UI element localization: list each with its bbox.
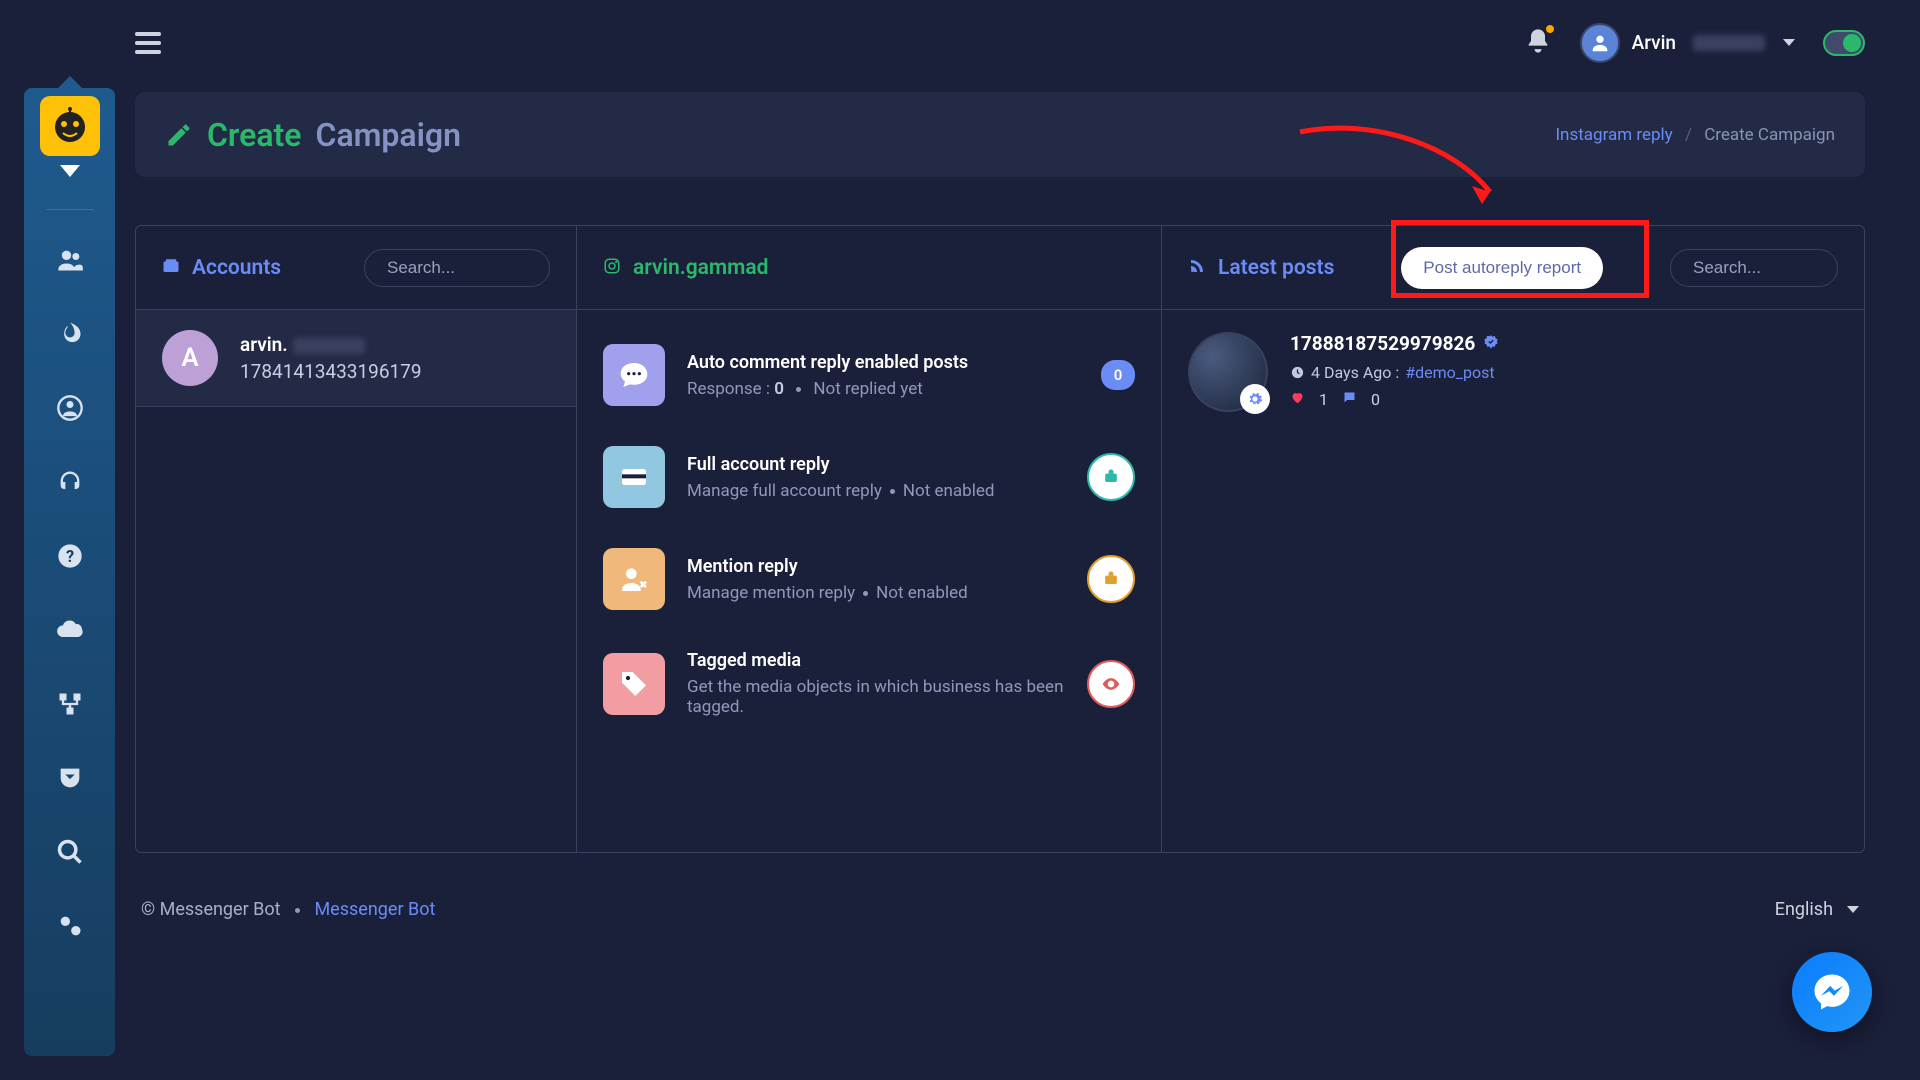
account-avatar: A xyxy=(162,330,218,386)
sidebar-separator xyxy=(46,209,94,210)
feature-title: Tagged media xyxy=(687,650,1065,671)
notifications-bell-icon[interactable] xyxy=(1524,27,1552,59)
posts-search-input[interactable] xyxy=(1670,249,1838,287)
pencil-icon xyxy=(165,121,193,149)
sidebar: ? xyxy=(24,88,115,1056)
latest-posts-column: Latest posts Post autoreply report 17888… xyxy=(1161,226,1864,852)
footer-copyright: © Messenger Bot xyxy=(141,899,281,920)
latest-posts-header: Latest posts Post autoreply report xyxy=(1162,226,1864,310)
instagram-icon xyxy=(603,257,621,279)
heart-icon xyxy=(1290,390,1305,409)
mention-icon xyxy=(603,548,665,610)
svg-text:?: ? xyxy=(65,547,73,566)
breadcrumb-current: Create Campaign xyxy=(1704,125,1835,145)
user-name-redacted xyxy=(1693,35,1765,51)
sidebar-item-help[interactable]: ? xyxy=(40,528,100,584)
account-name-redacted xyxy=(293,338,365,354)
top-header: Arvin xyxy=(0,0,1920,85)
sidebar-item-account[interactable] xyxy=(40,380,100,436)
feature-auto-comment[interactable]: Auto comment reply enabled posts Respons… xyxy=(595,332,1143,434)
account-row[interactable]: A arvin. 17841413433196179 xyxy=(136,310,576,407)
logo-tail-icon xyxy=(60,162,80,181)
post-time: 4 Days Ago : #demo_post xyxy=(1290,363,1499,382)
page-title-part1: Create xyxy=(207,116,302,154)
page-title: Create Campaign xyxy=(165,116,461,154)
account-panel-column: arvin.gammad Auto comment reply enabled … xyxy=(576,226,1161,852)
sidebar-item-fire[interactable] xyxy=(40,306,100,362)
view-button[interactable] xyxy=(1087,660,1135,708)
rss-icon xyxy=(1188,257,1206,279)
clock-icon xyxy=(1290,365,1305,380)
card-icon xyxy=(603,446,665,508)
feature-mention[interactable]: Mention reply Manage mention replyNot en… xyxy=(595,536,1143,638)
sidebar-item-support[interactable] xyxy=(40,454,100,510)
footer-link[interactable]: Messenger Bot xyxy=(314,899,435,920)
account-panel-header: arvin.gammad xyxy=(577,226,1161,310)
manage-button[interactable] xyxy=(1087,555,1135,603)
feature-tagged-media[interactable]: Tagged media Get the media objects in wh… xyxy=(595,638,1143,745)
hamburger-menu[interactable] xyxy=(135,32,161,54)
feature-title: Full account reply xyxy=(687,454,1065,475)
feature-title: Mention reply xyxy=(687,556,1065,577)
accounts-header: Accounts xyxy=(136,226,576,310)
comments-count: 0 xyxy=(1371,390,1380,409)
feature-subtitle: Manage full account replyNot enabled xyxy=(687,481,1065,501)
comment-icon xyxy=(603,344,665,406)
verified-icon xyxy=(1483,332,1499,355)
tag-icon xyxy=(603,653,665,715)
breadcrumb-link[interactable]: Instagram reply xyxy=(1555,125,1672,145)
sidebar-item-pocket[interactable] xyxy=(40,750,100,806)
app-logo[interactable] xyxy=(40,96,100,156)
user-menu[interactable]: Arvin xyxy=(1580,23,1795,63)
sidebar-item-flow[interactable] xyxy=(40,676,100,732)
account-name: arvin. xyxy=(240,333,422,356)
latest-posts-title: Latest posts xyxy=(1218,256,1334,280)
feature-subtitle: Manage mention replyNot enabled xyxy=(687,583,1065,603)
caret-down-icon xyxy=(1783,39,1795,46)
accounts-search-input[interactable] xyxy=(364,249,550,287)
feature-subtitle: Get the media objects in which business … xyxy=(687,677,1065,717)
feature-full-account[interactable]: Full account reply Manage full account r… xyxy=(595,434,1143,536)
likes-count: 1 xyxy=(1319,390,1328,409)
post-hashtag[interactable]: #demo_post xyxy=(1405,363,1494,382)
caret-down-icon xyxy=(1847,906,1859,913)
page-header: Create Campaign Instagram reply / Create… xyxy=(135,92,1865,177)
post-card[interactable]: 17888187529979826 4 Days Ago : #demo_pos… xyxy=(1162,310,1864,434)
top-right-controls: Arvin xyxy=(1524,23,1865,63)
post-autoreply-report-button[interactable]: Post autoreply report xyxy=(1401,247,1603,289)
gear-icon[interactable] xyxy=(1240,384,1270,414)
account-handle: arvin.gammad xyxy=(633,256,769,280)
sidebar-item-search[interactable] xyxy=(40,824,100,880)
page-title-part2: Campaign xyxy=(316,116,461,154)
count-badge: 0 xyxy=(1101,360,1135,390)
accounts-icon xyxy=(162,257,180,279)
status-toggle[interactable] xyxy=(1823,30,1865,56)
post-thumbnail xyxy=(1188,332,1268,412)
sidebar-item-cloud[interactable] xyxy=(40,602,100,658)
sidebar-item-users[interactable] xyxy=(40,232,100,288)
messenger-fab[interactable] xyxy=(1792,952,1872,1032)
main-content: Create Campaign Instagram reply / Create… xyxy=(135,92,1865,1080)
breadcrumb-separator: / xyxy=(1685,125,1692,145)
comment-icon xyxy=(1342,390,1357,409)
user-avatar-icon xyxy=(1580,23,1620,63)
footer: © Messenger Bot Messenger Bot English xyxy=(135,899,1865,920)
user-name-label: Arvin xyxy=(1632,31,1676,54)
language-selector[interactable]: English xyxy=(1775,899,1859,920)
accounts-title: Accounts xyxy=(192,256,281,280)
columns-container: Accounts A arvin. 17841413433196179 ar xyxy=(135,225,1865,853)
sidebar-item-settings[interactable] xyxy=(40,898,100,954)
feature-subtitle: Response : 0 Not replied yet xyxy=(687,379,1079,399)
feature-title: Auto comment reply enabled posts xyxy=(687,352,1079,373)
post-stats: 1 0 xyxy=(1290,390,1499,409)
post-id: 17888187529979826 xyxy=(1290,332,1499,355)
account-id: 17841413433196179 xyxy=(240,360,422,383)
breadcrumb: Instagram reply / Create Campaign xyxy=(1555,125,1835,145)
accounts-column: Accounts A arvin. 17841413433196179 xyxy=(136,226,576,852)
manage-button[interactable] xyxy=(1087,453,1135,501)
